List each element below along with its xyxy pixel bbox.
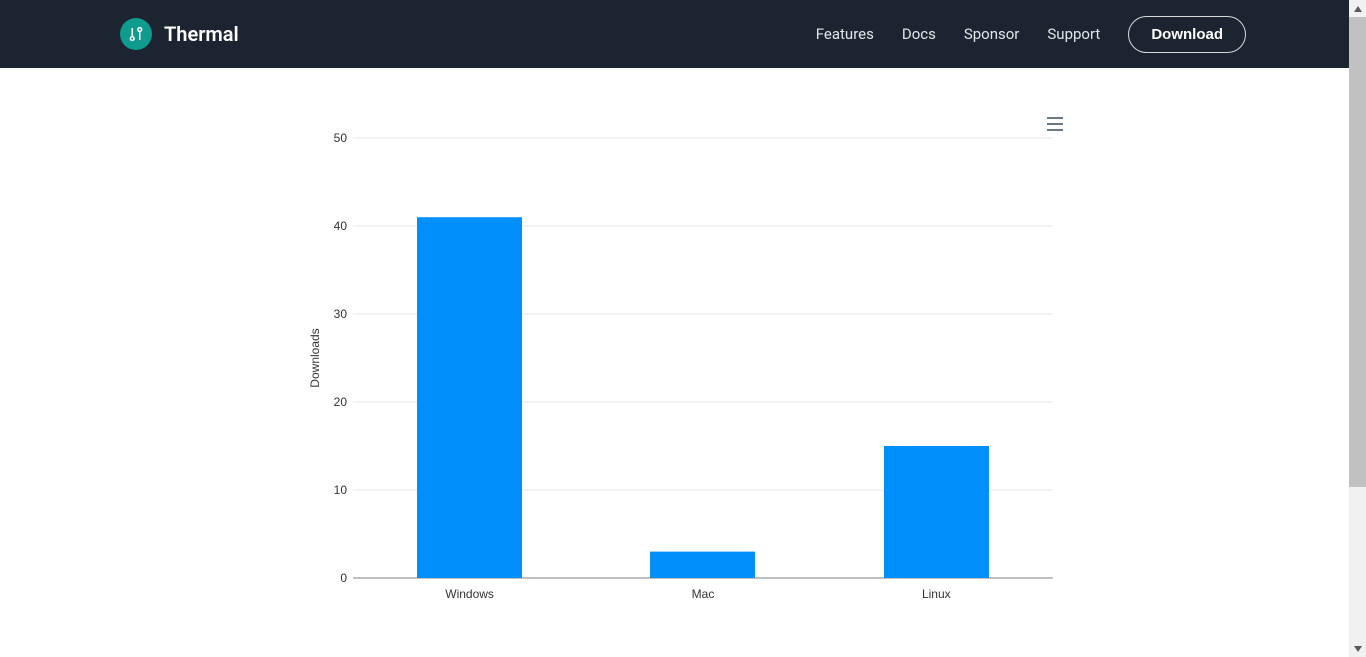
x-tick: Windows <box>445 587 494 601</box>
brand-logo-icon <box>120 18 152 50</box>
x-tick: Mac <box>692 587 715 601</box>
download-button[interactable]: Download <box>1128 16 1246 53</box>
nav-link-features[interactable]: Features <box>816 25 874 43</box>
y-axis-label: Downloads <box>308 328 322 387</box>
scroll-down-icon[interactable] <box>1349 640 1366 657</box>
main-content: 0 10 20 30 40 50 Downloads Windows Mac L… <box>0 68 1366 638</box>
top-nav: Thermal Features Docs Sponsor Support Do… <box>0 0 1366 68</box>
nav-link-support[interactable]: Support <box>1047 25 1100 43</box>
downloads-bar-chart: 0 10 20 30 40 50 Downloads Windows Mac L… <box>303 108 1063 638</box>
nav-link-sponsor[interactable]: Sponsor <box>964 25 1020 43</box>
nav-links: Features Docs Sponsor Support Download <box>816 16 1246 53</box>
brand[interactable]: Thermal <box>120 18 239 50</box>
bar-mac[interactable] <box>650 552 755 578</box>
brand-name: Thermal <box>164 22 239 46</box>
y-tick: 0 <box>340 571 347 585</box>
scrollbar-thumb[interactable] <box>1349 17 1366 487</box>
bar-linux[interactable] <box>884 446 989 578</box>
y-tick: 50 <box>334 131 348 145</box>
x-tick: Linux <box>922 587 951 601</box>
y-tick: 20 <box>334 395 348 409</box>
chart-menu-icon[interactable] <box>1047 116 1063 135</box>
chart-container: 0 10 20 30 40 50 Downloads Windows Mac L… <box>303 108 1063 638</box>
bar-windows[interactable] <box>417 217 522 578</box>
scroll-up-icon[interactable] <box>1349 0 1366 17</box>
y-tick: 10 <box>334 483 348 497</box>
y-tick: 30 <box>334 307 348 321</box>
nav-link-docs[interactable]: Docs <box>902 25 936 43</box>
y-tick: 40 <box>334 219 348 233</box>
